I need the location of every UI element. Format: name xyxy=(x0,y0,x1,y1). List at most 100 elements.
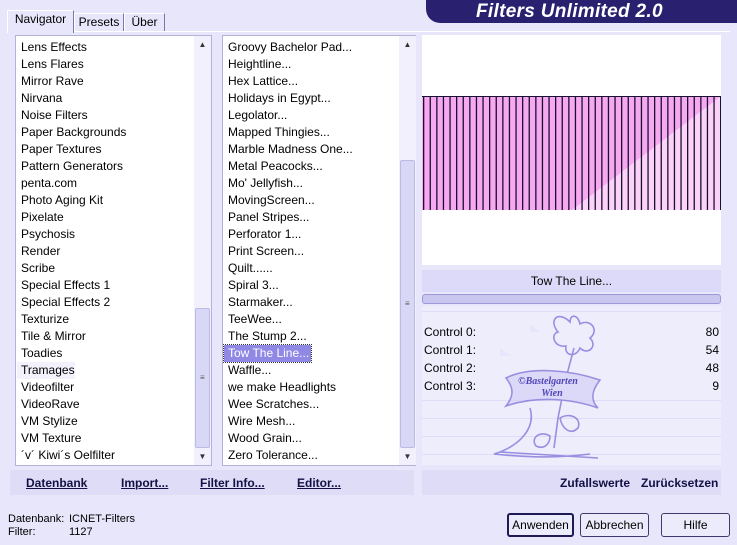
filter-item[interactable]: Starmaker... xyxy=(224,294,293,311)
filter-item[interactable]: Waffle... xyxy=(224,362,271,379)
preview-stripe xyxy=(640,96,643,210)
preview-stripe xyxy=(449,96,451,210)
filter-item[interactable]: The Stump 2... xyxy=(224,328,307,345)
category-item[interactable]: Pixelate xyxy=(17,209,64,226)
apply-button[interactable]: Anwenden xyxy=(507,513,574,537)
filter-info-button[interactable]: Filter Info... xyxy=(200,476,265,490)
category-item[interactable]: Tramages xyxy=(17,362,75,379)
category-list[interactable]: Lens Effects Lens Flares Mirror Rave Nirvan… xyxy=(15,35,212,466)
preview-stripe xyxy=(423,96,425,210)
category-item[interactable]: Tile & Mirror xyxy=(17,328,86,345)
tab-ueber[interactable]: Über xyxy=(124,13,165,32)
control-3-value[interactable]: 9 xyxy=(712,378,719,395)
category-item[interactable]: Paper Backgrounds xyxy=(17,124,126,141)
filter-item[interactable]: Spiral 3... xyxy=(224,277,279,294)
category-item[interactable]: Photo Aging Kit xyxy=(17,192,103,209)
filter-count-label: Filter: xyxy=(8,526,36,538)
category-item[interactable]: Special Effects 2 xyxy=(17,294,110,311)
filter-item[interactable]: Panel Stripes... xyxy=(224,209,309,226)
preview-image xyxy=(422,96,721,210)
category-item[interactable]: Lens Effects xyxy=(17,39,87,56)
category-item[interactable]: Scribe xyxy=(17,260,55,277)
preview-stripe xyxy=(700,96,702,210)
control-1-value[interactable]: 54 xyxy=(706,342,719,359)
app-title: Filters Unlimited 2.0 xyxy=(476,1,663,22)
control-1-label: Control 1: xyxy=(424,343,477,357)
filter-item[interactable]: Marble Madness One... xyxy=(224,141,353,158)
filter-item[interactable]: Wood Grain... xyxy=(224,430,302,447)
cancel-button[interactable]: Abbrechen xyxy=(580,513,649,537)
filter-item[interactable]: Legolator... xyxy=(224,107,287,124)
preview-stripe xyxy=(687,96,689,210)
preview-stripe xyxy=(706,96,709,210)
preview-stripe xyxy=(693,96,695,210)
scroll-down-icon[interactable]: ▼ xyxy=(194,448,211,465)
control-0-value[interactable]: 80 xyxy=(706,324,719,341)
preview-stripe xyxy=(667,96,669,210)
preview-stripe xyxy=(621,96,623,210)
filter-item[interactable]: Wee Scratches... xyxy=(224,396,319,413)
scroll-down-icon[interactable]: ▼ xyxy=(399,448,416,465)
filter-count-value: 1127 xyxy=(69,526,93,538)
filter-name-label: Tow The Line... xyxy=(422,270,721,292)
category-item[interactable]: Nirvana xyxy=(17,90,62,107)
preview-stripe xyxy=(482,96,484,210)
preview-stripe xyxy=(495,96,497,210)
preview-stripe xyxy=(568,96,570,210)
category-item[interactable]: penta.com xyxy=(17,175,77,192)
filter-item[interactable]: MovingScreen... xyxy=(224,192,315,209)
category-item[interactable]: Toadies xyxy=(17,345,62,362)
control-2-value[interactable]: 48 xyxy=(706,360,719,377)
import-button[interactable]: Import... xyxy=(121,476,168,490)
datenbank-button[interactable]: Datenbank xyxy=(26,476,87,490)
category-item[interactable]: Noise Filters xyxy=(17,107,88,124)
category-item[interactable]: Special Effects 1 xyxy=(17,277,110,294)
database-value: ICNET-Filters xyxy=(69,513,135,525)
filter-item[interactable]: TeeWee... xyxy=(224,311,282,328)
category-scrollbar[interactable]: ▲ ≡ ▼ xyxy=(194,36,211,465)
category-item[interactable]: Videofilter xyxy=(17,379,74,396)
zufallswerte-button[interactable]: Zufallswerte xyxy=(560,476,630,490)
filter-scrollbar[interactable]: ▲ ≡ ▼ xyxy=(399,36,416,465)
database-label: Datenbank: xyxy=(8,513,65,525)
tab-divider xyxy=(7,31,730,32)
filter-scroll-thumb[interactable]: ≡ xyxy=(400,160,415,448)
filter-item[interactable]: Wire Mesh... xyxy=(224,413,295,430)
scroll-up-icon[interactable]: ▲ xyxy=(399,36,416,53)
category-item[interactable]: VM Stylize xyxy=(17,413,78,430)
tab-presets[interactable]: Presets xyxy=(74,13,124,32)
category-scroll-thumb[interactable]: ≡ xyxy=(195,308,210,448)
filter-list[interactable]: Groovy Bachelor Pad... Heightline... Hex L… xyxy=(222,35,416,466)
filter-item[interactable]: Hex Lattice... xyxy=(224,73,298,90)
help-button[interactable]: Hilfe xyxy=(661,513,730,537)
filter-item[interactable]: Heightline... xyxy=(224,56,291,73)
category-item[interactable]: VM Texture xyxy=(17,430,81,447)
editor-button[interactable]: Editor... xyxy=(297,476,341,490)
filter-item[interactable]: Quilt...... xyxy=(224,260,273,277)
tab-navigator[interactable]: Navigator xyxy=(7,10,74,33)
filter-item[interactable]: Tow The Line... xyxy=(222,344,313,363)
filter-item[interactable]: Mapped Thingies... xyxy=(224,124,330,141)
category-item[interactable]: Paper Textures xyxy=(17,141,102,158)
category-item[interactable]: VideoRave xyxy=(17,396,80,413)
preview-stripe xyxy=(601,96,603,210)
category-item[interactable]: Mirror Rave xyxy=(17,73,84,90)
filter-item[interactable]: Holidays in Egypt... xyxy=(224,90,331,107)
scroll-up-icon[interactable]: ▲ xyxy=(194,36,211,53)
category-item[interactable]: Psychosis xyxy=(17,226,75,243)
watermark-line2: Wien xyxy=(541,388,563,399)
category-item[interactable]: Texturize xyxy=(17,311,69,328)
filter-item[interactable]: Zero Tolerance... xyxy=(224,447,318,464)
filter-progress-bar xyxy=(422,294,721,304)
category-item[interactable]: Render xyxy=(17,243,60,260)
filter-item[interactable]: we make Headlights xyxy=(224,379,336,396)
filter-item[interactable]: Print Screen... xyxy=(224,243,304,260)
category-item[interactable]: ´v´ Kiwi´s Oelfilter xyxy=(17,447,115,464)
filter-item[interactable]: Metal Peacocks... xyxy=(224,158,323,175)
category-item[interactable]: Pattern Generators xyxy=(17,158,123,175)
category-item[interactable]: Lens Flares xyxy=(17,56,84,73)
filter-item[interactable]: Groovy Bachelor Pad... xyxy=(224,39,352,56)
filter-item[interactable]: Perforator 1... xyxy=(224,226,301,243)
zuruecksetzen-button[interactable]: Zurücksetzen xyxy=(641,476,718,490)
filter-item[interactable]: Mo' Jellyfish... xyxy=(224,175,303,192)
